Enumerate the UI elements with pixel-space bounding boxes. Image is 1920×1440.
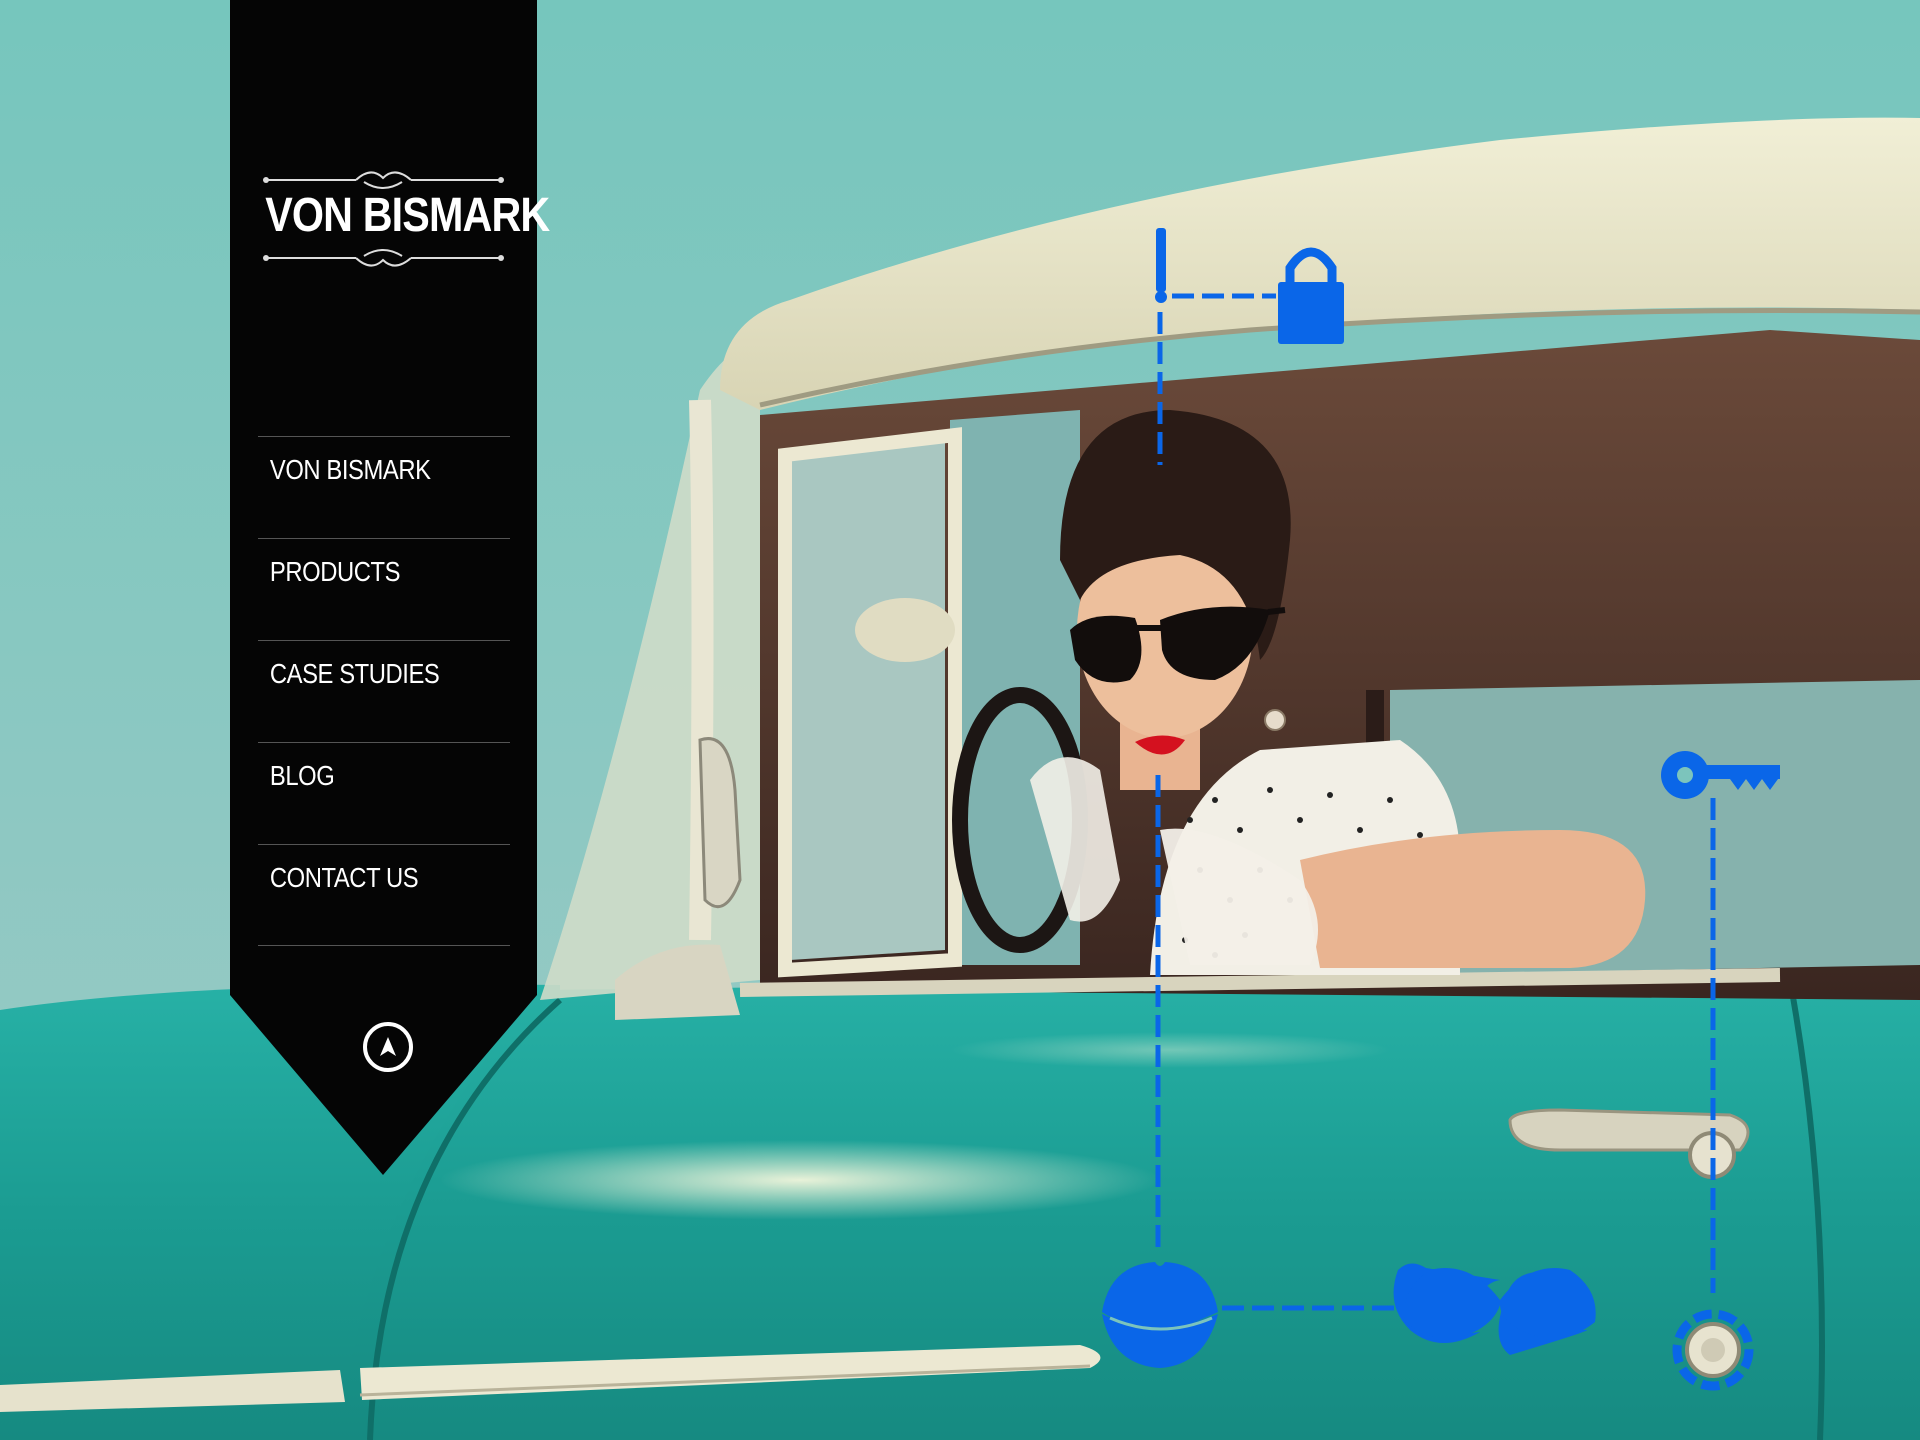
- nav-item-label: CONTACT US: [269, 862, 419, 893]
- compass-button[interactable]: [363, 1022, 413, 1072]
- compass-icon: [380, 1037, 396, 1056]
- nav-item-case-studies[interactable]: CASE STUDIES: [258, 640, 510, 742]
- nav-item-contact-us[interactable]: CONTACT US: [258, 844, 510, 946]
- main-nav: VON BISMARK PRODUCTS CASE STUDIES BLOG C…: [258, 436, 510, 946]
- nav-item-blog[interactable]: BLOG: [258, 742, 510, 844]
- sidebar: VON BISMARK VON BISMARK PRODUCTS CASE ST…: [230, 0, 550, 1175]
- nav-item-products[interactable]: PRODUCTS: [258, 538, 510, 640]
- brand-logo[interactable]: VON BISMARK: [246, 164, 550, 274]
- nav-item-label: BLOG: [269, 760, 335, 791]
- nav-item-von-bismark[interactable]: VON BISMARK: [258, 436, 510, 538]
- brand-logo-text: VON BISMARK: [265, 189, 550, 242]
- nav-item-label: VON BISMARK: [269, 454, 431, 485]
- nav-item-label: CASE STUDIES: [269, 658, 440, 689]
- nav-item-label: PRODUCTS: [269, 556, 401, 587]
